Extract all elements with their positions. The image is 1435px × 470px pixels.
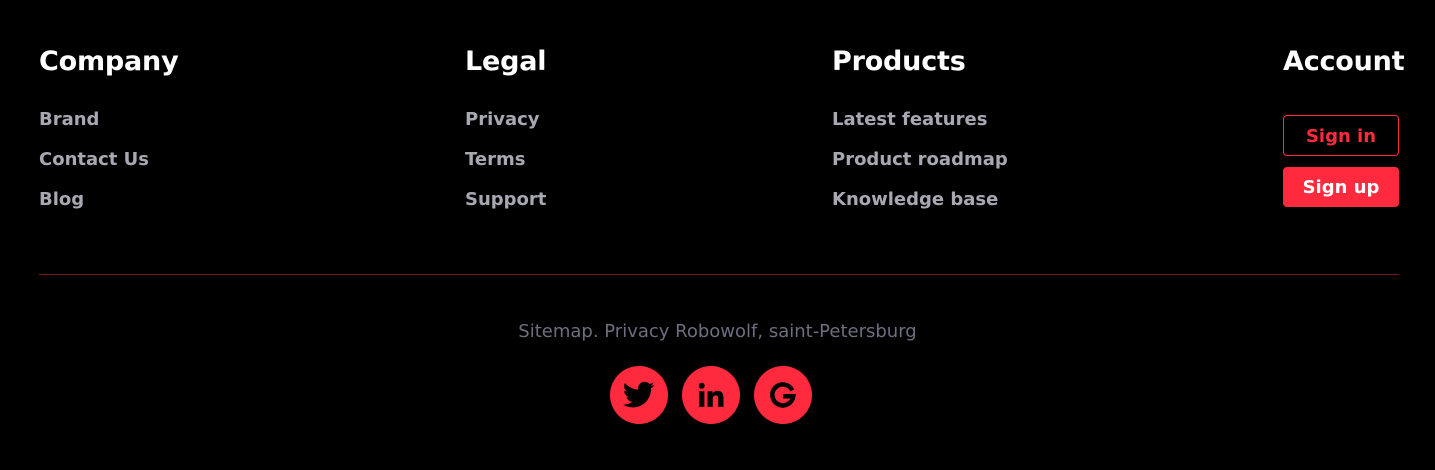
- link-terms[interactable]: Terms: [465, 149, 525, 170]
- linkedin-link[interactable]: [682, 366, 740, 424]
- site-footer: Company Brand Contact Us Blog Legal Priv…: [0, 0, 1435, 470]
- link-latest-features[interactable]: Latest features: [832, 109, 987, 130]
- link-support[interactable]: Support: [465, 189, 546, 210]
- link-blog[interactable]: Blog: [39, 189, 84, 210]
- twitter-icon: [623, 381, 655, 409]
- link-knowledge-base[interactable]: Knowledge base: [832, 189, 998, 210]
- column-heading-company: Company: [39, 46, 179, 77]
- column-heading-legal: Legal: [465, 46, 547, 77]
- link-contact-us[interactable]: Contact Us: [39, 149, 149, 170]
- linkedin-icon: [696, 380, 726, 410]
- footer-divider: [39, 274, 1399, 275]
- link-product-roadmap[interactable]: Product roadmap: [832, 149, 1008, 170]
- products-links: Latest features Product roadmap Knowledg…: [832, 108, 1008, 228]
- footer-column-company: Company Brand Contact Us Blog: [39, 44, 179, 210]
- footer-column-account: Account Sign in Sign up: [1283, 44, 1405, 207]
- copyright-text: Sitemap. Privacy Robowolf, saint-Petersb…: [518, 321, 917, 342]
- google-link[interactable]: [754, 366, 812, 424]
- google-icon: [768, 380, 798, 410]
- sign-up-button[interactable]: Sign up: [1283, 167, 1399, 207]
- sign-in-button[interactable]: Sign in: [1283, 115, 1399, 156]
- footer-column-legal: Legal Privacy Terms Support: [465, 44, 547, 210]
- footer-column-products: Products Latest features Product roadmap…: [832, 44, 1008, 210]
- social-links: [610, 366, 812, 424]
- company-links: Brand Contact Us Blog: [39, 108, 149, 228]
- link-brand[interactable]: Brand: [39, 109, 99, 130]
- legal-links: Privacy Terms Support: [465, 108, 546, 228]
- link-privacy[interactable]: Privacy: [465, 109, 540, 130]
- column-heading-account: Account: [1283, 46, 1405, 77]
- twitter-link[interactable]: [610, 366, 668, 424]
- column-heading-products: Products: [832, 46, 966, 77]
